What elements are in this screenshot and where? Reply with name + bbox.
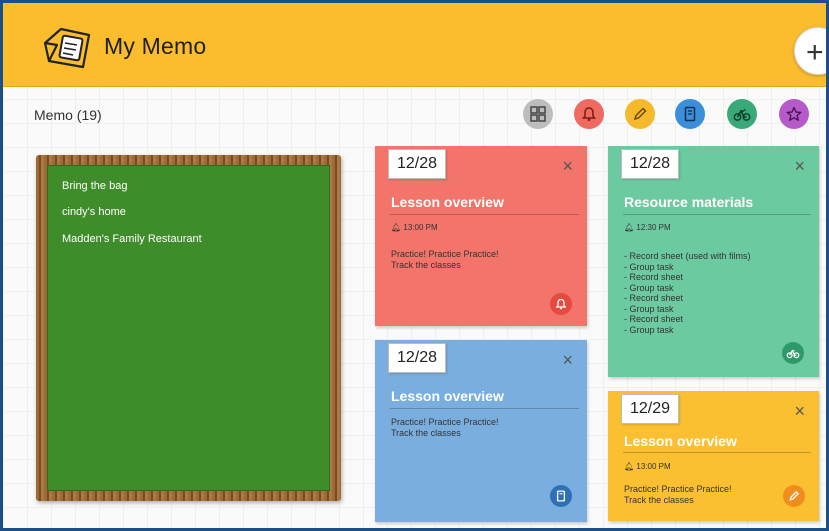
memo-body-line: - Group task <box>624 282 674 293</box>
app-window: My Memo + Memo (19) Bring the bag cindy'… <box>0 0 829 531</box>
memo-body-line: - Record sheet (used with films) <box>624 251 751 261</box>
app-title: My Memo <box>104 33 207 59</box>
pencil-icon <box>633 107 647 121</box>
divider <box>390 214 579 215</box>
divider <box>390 408 579 409</box>
category-badge <box>783 485 805 507</box>
memo-count-label: Memo (19) <box>34 107 102 123</box>
filter-alarm-button[interactable] <box>574 99 604 129</box>
memo-body: Practice! Practice Practice! Track the c… <box>391 417 499 439</box>
memo-body-line: - Record sheet <box>624 314 684 324</box>
category-badge <box>782 342 804 364</box>
add-memo-button[interactable]: + <box>794 27 826 75</box>
memo-app-icon <box>43 27 91 69</box>
bell-icon <box>582 107 596 122</box>
star-icon <box>786 106 802 121</box>
close-icon[interactable]: × <box>562 156 573 177</box>
memo-date: 12/28 <box>388 343 447 373</box>
memo-card-blue[interactable]: 12/28 × Lesson overview Practice! Practi… <box>375 340 587 522</box>
memo-body-line: Practice! Practice Practice! <box>391 417 499 427</box>
filter-all-button[interactable] <box>523 99 553 129</box>
memo-body-line: - Group task <box>624 324 674 335</box>
memo-alarm-time: 🔔︎ 12:30 PM <box>624 223 671 232</box>
book-icon <box>684 106 696 122</box>
memo-alarm-time: 🔔︎ 13:00 PM <box>624 462 671 471</box>
category-badge <box>550 485 572 507</box>
memo-body-line: - Record sheet <box>624 272 684 282</box>
chalkboard-line: cindy's home <box>62 206 126 218</box>
memo-body: Practice! Practice Practice! Track the c… <box>391 249 499 271</box>
chalkboard-line: Madden's Family Restaurant <box>62 233 202 245</box>
memo-date: 12/29 <box>621 394 680 424</box>
memo-card-red[interactable]: 12/28 × Lesson overview 🔔︎ 13:00 PM Prac… <box>375 146 587 326</box>
alarm-time-text: 13:00 PM <box>636 462 671 471</box>
memo-body-line: Track the classes <box>624 495 694 505</box>
filter-edit-button[interactable] <box>625 99 655 129</box>
memo-body-line: Track the classes <box>391 428 461 438</box>
filter-book-button[interactable] <box>675 99 705 129</box>
memo-body-line: - Group task <box>624 261 674 272</box>
chalkboard[interactable]: Bring the bag cindy's home Madden's Fami… <box>36 155 341 501</box>
memo-body-line: - Group task <box>624 303 674 314</box>
pencil-icon <box>789 490 800 501</box>
close-icon[interactable]: × <box>794 156 805 177</box>
alarm-time-text: 12:30 PM <box>636 223 671 232</box>
header-bar: My Memo + <box>3 3 826 87</box>
memo-date: 12/28 <box>621 149 680 179</box>
memo-title: Lesson overview <box>391 388 504 404</box>
divider <box>623 214 811 215</box>
plus-icon: + <box>806 36 824 69</box>
bicycle-icon <box>733 109 751 121</box>
memo-body-line: Practice! Practice Practice! <box>624 484 732 494</box>
memo-title: Lesson overview <box>624 433 737 449</box>
memo-card-yellow[interactable]: 12/29 × Lesson overview 🔔︎ 13:00 PM Prac… <box>608 391 819 521</box>
filter-favorite-button[interactable] <box>779 99 809 129</box>
book-icon <box>556 490 566 502</box>
divider <box>623 452 811 453</box>
chalkboard-surface: Bring the bag cindy's home Madden's Fami… <box>47 165 330 491</box>
memo-alarm-time: 🔔︎ 13:00 PM <box>391 223 438 232</box>
grid-icon <box>530 106 546 122</box>
category-badge <box>550 293 572 315</box>
memo-body-line: Track the classes <box>391 260 461 270</box>
memo-body-line: Practice! Practice Practice! <box>391 249 499 259</box>
chalkboard-line: Bring the bag <box>62 180 128 192</box>
close-icon[interactable]: × <box>562 350 573 371</box>
filter-exercise-button[interactable] <box>727 99 757 129</box>
memo-body: Practice! Practice Practice! Track the c… <box>624 484 732 506</box>
bell-icon <box>555 298 567 310</box>
alarm-time-text: 13:00 PM <box>403 223 438 232</box>
memo-date: 12/28 <box>388 149 447 179</box>
memo-title: Resource materials <box>624 194 754 210</box>
memo-body-line: - Record sheet <box>624 293 684 303</box>
memo-body: - Record sheet (used with films) - Group… <box>624 251 751 335</box>
memo-card-green[interactable]: 12/28 × Resource materials 🔔︎ 12:30 PM -… <box>608 146 819 377</box>
close-icon[interactable]: × <box>794 401 805 422</box>
memo-title: Lesson overview <box>391 194 504 210</box>
bicycle-icon <box>786 349 800 359</box>
